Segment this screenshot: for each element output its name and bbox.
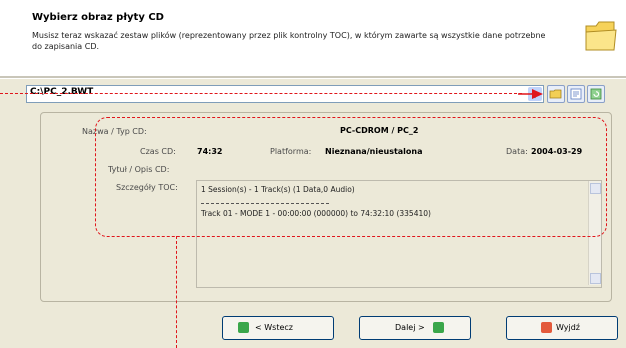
image-path-combo[interactable]: C:\PC_2.BWT: [26, 85, 544, 103]
back-button-label: < Wstecz: [255, 323, 293, 332]
document-icon: [570, 88, 582, 100]
exit-button[interactable]: Wyjdź: [506, 316, 618, 340]
page-description: Musisz teraz wskazać zestaw plików (repr…: [32, 31, 546, 51]
next-arrow-icon: [433, 322, 444, 333]
refresh-button[interactable]: [587, 85, 605, 103]
folder-icon: [585, 21, 617, 51]
annotation-leader-bottom: [176, 236, 177, 348]
back-arrow-icon: [238, 322, 249, 333]
header-separator: [0, 76, 626, 79]
exit-button-label: Wyjdź: [556, 323, 581, 332]
highlight-details-annotation: [95, 117, 607, 237]
annotation-arrow-icon: [518, 89, 543, 99]
page-title: Wybierz obraz płyty CD: [32, 12, 164, 23]
open-folder-icon: [549, 89, 562, 99]
next-button[interactable]: Dalej >: [359, 316, 471, 340]
back-button[interactable]: < Wstecz: [222, 316, 334, 340]
annotation-leader-top: [0, 93, 522, 94]
image-path-value: C:\PC_2.BWT: [30, 87, 94, 97]
refresh-icon: [590, 88, 602, 100]
next-button-label: Dalej >: [395, 323, 425, 332]
image-properties-button[interactable]: [567, 85, 585, 103]
exit-icon: [541, 322, 552, 333]
scroll-down-icon[interactable]: [590, 273, 601, 284]
wizard-header: Wybierz obraz płyty CD Musisz teraz wska…: [0, 0, 626, 76]
browse-folder-button[interactable]: [547, 85, 565, 103]
